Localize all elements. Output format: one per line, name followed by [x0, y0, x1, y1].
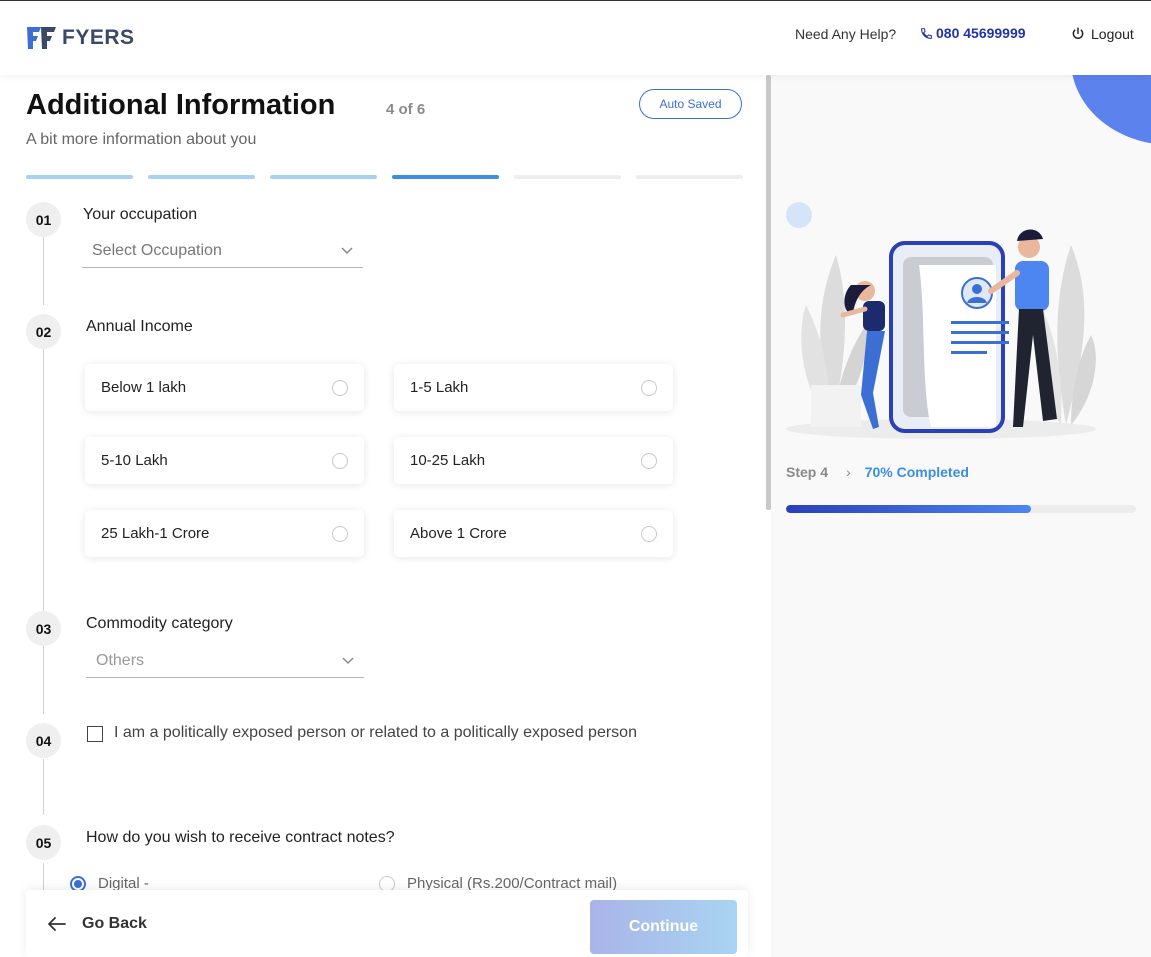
fyers-logo-icon: [27, 27, 56, 49]
income-option-label: 5-10 Lakh: [101, 452, 168, 469]
form-panel: Additional Information 4 of 6 Auto Saved…: [0, 75, 766, 957]
logout-button[interactable]: Logout: [1071, 26, 1134, 42]
contract-notes-label: How do you wish to receive contract note…: [86, 829, 395, 846]
occupation-select[interactable]: Select Occupation: [82, 234, 363, 268]
income-option-label: 1-5 Lakh: [410, 379, 469, 396]
go-back-button[interactable]: Go Back: [48, 915, 147, 933]
chevron-down-icon: [342, 656, 354, 664]
income-option-label: Above 1 Crore: [410, 525, 507, 542]
radio-button[interactable]: [332, 452, 348, 469]
income-option-1-5-lakh[interactable]: 1-5 Lakh: [394, 364, 673, 411]
current-step-label: Step 4: [786, 464, 829, 480]
progress-segment: [26, 175, 133, 179]
radio-button[interactable]: [641, 379, 657, 396]
income-option-25-lakh-1-crore[interactable]: 25 Lakh-1 Crore: [85, 510, 364, 557]
help-phone-link[interactable]: 080 45699999: [920, 25, 1026, 41]
step-number-2: 02: [26, 314, 61, 349]
brand-name: FYERS: [62, 26, 135, 49]
completion-progress-bar: [786, 505, 1136, 513]
chevron-right-icon: ›: [846, 464, 851, 480]
auto-saved-badge: Auto Saved: [639, 89, 742, 119]
progress-segment: [148, 175, 255, 179]
phone-icon: [921, 27, 932, 39]
income-option-5-10-lakh[interactable]: 5-10 Lakh: [85, 437, 364, 484]
progress-sidebar: Step 4 › 70% Completed: [771, 75, 1151, 957]
go-back-label: Go Back: [82, 915, 147, 932]
pep-label[interactable]: I am a politically exposed person or rel…: [114, 719, 674, 747]
page-title: Additional Information: [26, 89, 336, 121]
occupation-label: Your occupation: [83, 206, 198, 223]
income-option-below-1-lakh[interactable]: Below 1 lakh: [85, 364, 364, 411]
step-number-1: 01: [26, 202, 61, 237]
chevron-down-icon: [341, 246, 353, 254]
radio-button[interactable]: [641, 525, 657, 542]
step-connector: [43, 759, 44, 815]
page-subtitle: A bit more information about you: [26, 131, 257, 148]
form-action-bar: Go Back Continue: [26, 890, 748, 957]
commodity-category-value: Others: [96, 651, 145, 669]
progress-segment: [392, 175, 499, 179]
completion-label: 70% Completed: [864, 464, 969, 480]
step-number-5: 05: [26, 825, 61, 860]
progress-segment: [270, 175, 377, 179]
step-connector: [43, 348, 44, 611]
completion-progress-fill: [786, 505, 1031, 513]
pep-checkbox[interactable]: [87, 726, 103, 742]
income-option-label: Below 1 lakh: [101, 379, 187, 396]
step-number-4: 04: [26, 723, 61, 758]
income-option-label: 25 Lakh-1 Crore: [101, 525, 210, 542]
step-connector: [43, 646, 44, 714]
help-text: Need Any Help?: [795, 26, 897, 42]
arrow-left-icon: [48, 917, 66, 931]
radio-button[interactable]: [332, 525, 348, 542]
step-connector: [43, 237, 44, 305]
step-count: 4 of 6: [386, 101, 426, 118]
radio-button[interactable]: [332, 379, 348, 396]
progress-segment: [514, 175, 621, 179]
income-option-above-1-crore[interactable]: Above 1 Crore: [394, 510, 673, 557]
radio-button[interactable]: [641, 452, 657, 469]
continue-button[interactable]: Continue: [590, 900, 737, 954]
top-header: FYERS Need Any Help? 080 45699999 Logout: [0, 0, 1151, 75]
commodity-category-select[interactable]: Others: [86, 644, 364, 678]
phone-number: 080 45699999: [936, 25, 1026, 41]
step-number-3: 03: [26, 611, 61, 646]
occupation-placeholder: Select Occupation: [92, 241, 222, 259]
logout-label: Logout: [1091, 26, 1134, 42]
kyc-illustration: [786, 202, 1096, 439]
step-status: Step 4 › 70% Completed: [786, 464, 969, 480]
progress-segment: [636, 175, 743, 179]
decorative-blob: [1071, 75, 1151, 145]
fyers-logo[interactable]: FYERS: [26, 25, 135, 51]
income-option-10-25-lakh[interactable]: 10-25 Lakh: [394, 437, 673, 484]
power-icon: [1072, 27, 1084, 39]
annual-income-label: Annual Income: [86, 318, 193, 335]
income-option-label: 10-25 Lakh: [410, 452, 486, 469]
commodity-category-label: Commodity category: [86, 615, 233, 632]
